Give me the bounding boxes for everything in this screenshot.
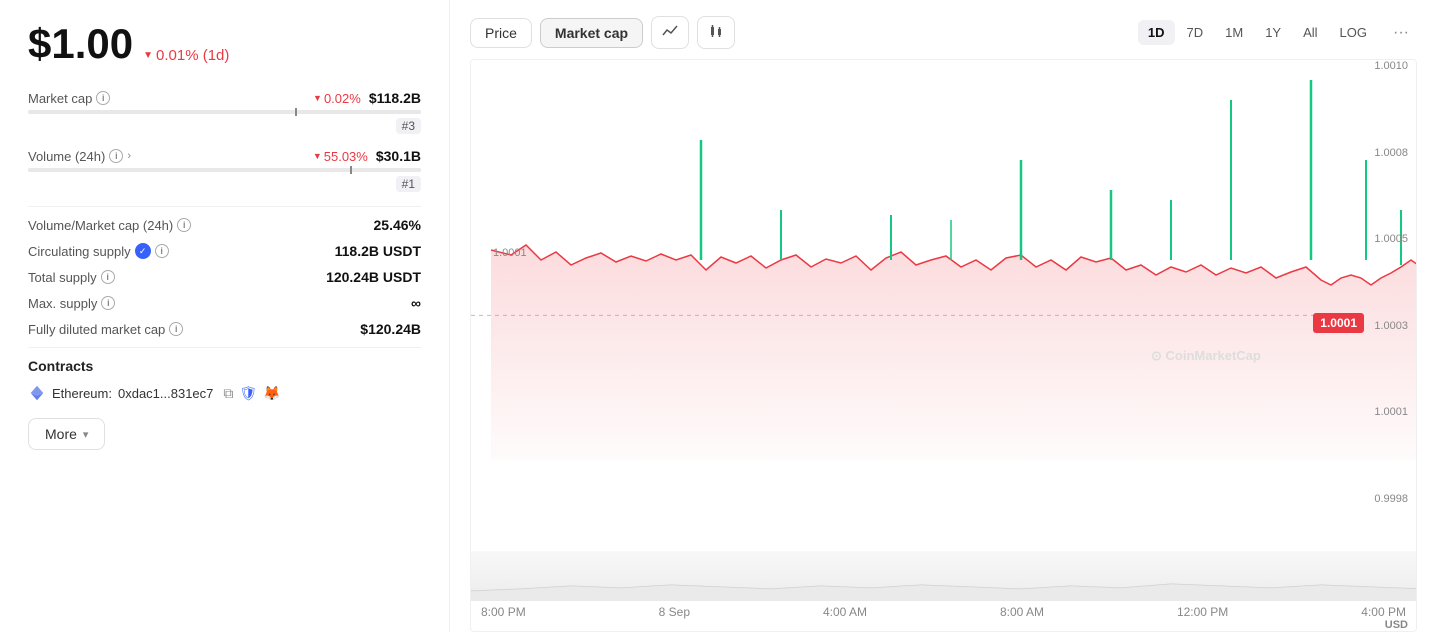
right-panel: Price Market cap 1D 7D 1M 1Y All LOG xyxy=(450,0,1437,632)
total-supply-value: 120.24B USDT xyxy=(326,269,421,285)
mini-chart-svg xyxy=(471,551,1416,601)
x-axis-labels: 8:00 PM 8 Sep 4:00 AM 8:00 AM 12:00 PM 4… xyxy=(471,601,1416,623)
contracts-section: Contracts Ethereum: 0xdac1...831ec7 ⧉ 🛡 … xyxy=(28,358,421,402)
market-cap-value: $118.2B xyxy=(369,90,421,106)
period-group: 1D 7D 1M 1Y All LOG xyxy=(1138,20,1377,45)
volume-info-icon[interactable]: i xyxy=(109,149,123,163)
period-log-btn[interactable]: LOG xyxy=(1330,20,1377,45)
price-change: 0.01% (1d) xyxy=(143,47,229,64)
market-cap-label: Market cap i xyxy=(28,91,110,106)
usd-label: USD xyxy=(1385,619,1408,631)
chart-toolbar: Price Market cap 1D 7D 1M 1Y All LOG xyxy=(470,16,1417,49)
more-chevron-icon: ▾ xyxy=(83,428,89,441)
max-supply-row: Max. supply i ∞ xyxy=(28,295,421,311)
price-tab[interactable]: Price xyxy=(470,18,532,48)
price-value: $1.00 xyxy=(28,20,133,68)
candlestick-icon xyxy=(708,23,724,39)
volume-row: Volume (24h) i › 55.03% $30.1B #1 xyxy=(28,148,421,192)
price-chart-svg: 1.0001 ⊙ CoinMarketCap xyxy=(471,60,1416,551)
market-cap-info-icon[interactable]: i xyxy=(96,91,110,105)
chart-area: 1.0010 1.0008 1.0005 1.0003 1.0001 0.999… xyxy=(470,59,1417,632)
fdmc-value: $120.24B xyxy=(360,321,421,337)
period-1y-btn[interactable]: 1Y xyxy=(1255,20,1291,45)
fdmc-info-icon[interactable]: i xyxy=(169,322,183,336)
verified-icon: ✓ xyxy=(135,243,151,259)
volume-change: 55.03% xyxy=(313,149,368,164)
market-cap-tab[interactable]: Market cap xyxy=(540,18,643,48)
volume-label: Volume (24h) i › xyxy=(28,149,131,164)
period-7d-btn[interactable]: 7D xyxy=(1177,20,1214,45)
bottom-scroll-area xyxy=(471,551,1416,601)
x-label-4: 8:00 AM xyxy=(1000,605,1044,619)
line-chart-icon xyxy=(662,23,678,39)
more-button[interactable]: More ▾ xyxy=(28,418,105,450)
market-cap-row: Market cap i 0.02% $118.2B #3 xyxy=(28,90,421,134)
price-header: $1.00 0.01% (1d) xyxy=(28,20,421,68)
x-label-6: 4:00 PM xyxy=(1361,605,1406,619)
x-label-5: 12:00 PM xyxy=(1177,605,1228,619)
contracts-title: Contracts xyxy=(28,358,421,374)
contract-row: Ethereum: 0xdac1...831ec7 ⧉ 🛡 🦊 xyxy=(28,384,421,402)
market-cap-change: 0.02% xyxy=(313,91,361,106)
circ-supply-info-icon[interactable]: i xyxy=(155,244,169,258)
contract-icons: ⧉ 🛡 🦊 xyxy=(223,385,280,402)
volume-rank: #1 xyxy=(396,176,421,192)
shield-icon[interactable]: 🛡 xyxy=(239,385,257,402)
fdmc-row: Fully diluted market cap i $120.24B xyxy=(28,321,421,337)
vol-market-row: Volume/Market cap (24h) i 25.46% xyxy=(28,217,421,233)
copy-icon[interactable]: ⧉ xyxy=(223,385,233,402)
vol-market-info-icon[interactable]: i xyxy=(177,218,191,232)
candlestick-icon-btn[interactable] xyxy=(697,16,735,49)
line-chart-icon-btn[interactable] xyxy=(651,16,689,49)
circ-supply-row: Circulating supply ✓ i 118.2B USDT xyxy=(28,243,421,259)
ethereum-label: Ethereum: xyxy=(52,386,112,401)
volume-progress xyxy=(28,168,421,172)
fox-icon[interactable]: 🦊 xyxy=(263,385,280,402)
max-supply-info-icon[interactable]: i xyxy=(101,296,115,310)
max-supply-value: ∞ xyxy=(411,295,421,311)
volume-value: $30.1B xyxy=(376,148,421,164)
period-1d-btn[interactable]: 1D xyxy=(1138,20,1175,45)
market-cap-rank: #3 xyxy=(396,118,421,134)
left-price-label: 1.0001 xyxy=(493,247,527,259)
period-all-btn[interactable]: All xyxy=(1293,20,1327,45)
total-supply-row: Total supply i 120.24B USDT xyxy=(28,269,421,285)
x-label-3: 4:00 AM xyxy=(823,605,867,619)
x-label-2: 8 Sep xyxy=(659,605,690,619)
x-label-1: 8:00 PM xyxy=(481,605,526,619)
current-price-label: 1.0001 xyxy=(1313,313,1364,333)
vol-market-value: 25.46% xyxy=(374,217,421,233)
total-supply-info-icon[interactable]: i xyxy=(101,270,115,284)
volume-chevron-icon[interactable]: › xyxy=(127,150,131,162)
ethereum-icon xyxy=(28,384,46,402)
chart-more-options-btn[interactable]: ··· xyxy=(1385,19,1417,47)
period-1m-btn[interactable]: 1M xyxy=(1215,20,1253,45)
circ-supply-value: 118.2B USDT xyxy=(335,243,421,259)
watermark-text: ⊙ CoinMarketCap xyxy=(1151,348,1261,363)
market-cap-progress xyxy=(28,110,421,114)
contract-address: 0xdac1...831ec7 xyxy=(118,386,213,401)
y-axis-labels: 1.0010 1.0008 1.0005 1.0003 1.0001 0.999… xyxy=(1374,60,1408,591)
left-panel: $1.00 0.01% (1d) Market cap i 0.02% $118… xyxy=(0,0,450,632)
